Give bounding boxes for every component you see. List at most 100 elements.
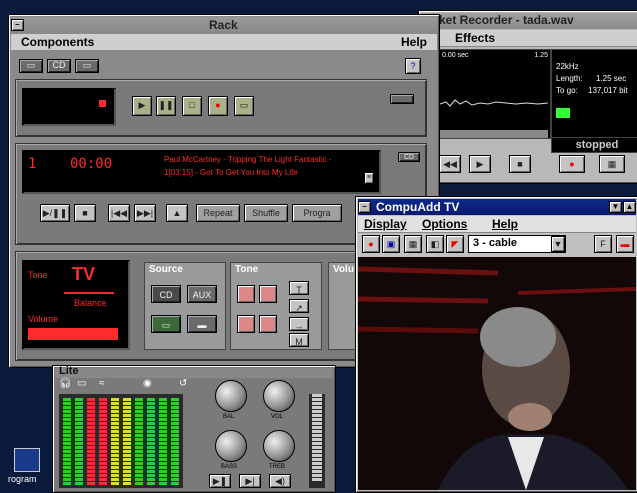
source-aux-button[interactable]: AUX: [187, 285, 217, 303]
length-value: 1.25 sec: [596, 74, 627, 83]
player-play-button[interactable]: ▶: [132, 96, 152, 116]
stop-button[interactable]: ■: [509, 155, 531, 173]
meter-segment: [135, 426, 143, 429]
repeat-button[interactable]: Repeat: [196, 204, 240, 222]
menu-display[interactable]: Display: [364, 217, 407, 231]
meter-segment: [75, 410, 83, 413]
meter-segment: [99, 418, 107, 421]
vol-knob[interactable]: [263, 380, 295, 412]
output-meter-segment: [312, 470, 322, 473]
tv-minimize-button[interactable]: ▼: [609, 201, 622, 213]
meter-segment: [171, 482, 179, 485]
meter-segment: [147, 406, 155, 409]
tool-button-cd[interactable]: CD: [47, 59, 71, 73]
cd-info-button[interactable]: ≡: [364, 172, 374, 184]
power-indicator: [99, 100, 106, 107]
headphones-icon[interactable]: 🎧︎: [59, 378, 72, 389]
program-button[interactable]: Progra: [292, 204, 342, 222]
tv-freeze-button[interactable]: ◧: [426, 235, 444, 253]
cd-next-button[interactable]: ▶▶|: [134, 204, 156, 222]
source-tv-button[interactable]: ▭: [151, 315, 181, 333]
meter-segment: [171, 406, 179, 409]
balance-slider[interactable]: [64, 292, 114, 294]
speaker-icon[interactable]: ▭: [77, 378, 86, 389]
meter-segment: [75, 398, 83, 401]
menu-tv-help[interactable]: Help: [492, 217, 518, 231]
waveform-scrollbar[interactable]: [440, 130, 548, 138]
source-cd-button[interactable]: CD: [151, 285, 181, 303]
recorder-titlebar[interactable]: ▼ ket Recorder - tada.wav: [421, 13, 637, 29]
system-menu-button[interactable]: –: [11, 19, 24, 31]
tone-option-1[interactable]: T: [289, 281, 309, 295]
treb-knob[interactable]: [263, 430, 295, 462]
tv-snapshot-button[interactable]: ▦: [404, 235, 422, 253]
mic-button[interactable]: ▦: [599, 155, 625, 173]
meter-segment: [99, 466, 107, 469]
meter-segment: [147, 426, 155, 429]
desktop-icon-program[interactable]: rogram: [8, 448, 48, 491]
meter-segment: [159, 414, 167, 417]
play-button[interactable]: ▶: [469, 155, 491, 173]
bass-knob[interactable]: [215, 430, 247, 462]
player-record-button[interactable]: ●: [208, 96, 228, 116]
tv-record-button[interactable]: ●: [362, 235, 380, 253]
record-button[interactable]: ●: [559, 155, 585, 173]
player-eject-button[interactable]: ▭: [234, 96, 254, 116]
meter-segment: [147, 414, 155, 417]
tv-mute-button[interactable]: ◤: [446, 235, 464, 253]
cd-prev-button[interactable]: |◀◀: [108, 204, 130, 222]
shuffle-button[interactable]: Shuffle: [244, 204, 288, 222]
tone-option-2[interactable]: ↗: [289, 299, 309, 313]
meter-segment: [75, 482, 83, 485]
tone-preset-3[interactable]: [237, 315, 255, 333]
player-module-tab[interactable]: [390, 94, 414, 104]
player-pause-button[interactable]: ❚❚: [156, 96, 176, 116]
help-icon-button[interactable]: ?: [405, 58, 421, 74]
menu-help[interactable]: Help: [401, 35, 427, 49]
bal-knob[interactable]: [215, 380, 247, 412]
tv-save-button[interactable]: ▣: [382, 235, 400, 253]
tv-system-menu-button[interactable]: –: [358, 201, 371, 213]
meter-segment: [99, 478, 107, 481]
meter-segment: [171, 446, 179, 449]
lite-speaker-button[interactable]: ◀): [269, 474, 291, 488]
cd-module-tab[interactable]: CD: [398, 152, 420, 162]
menu-options[interactable]: Options: [422, 217, 467, 231]
loop-icon[interactable]: ↺: [179, 378, 187, 389]
tone-preset-2[interactable]: [259, 285, 277, 303]
rack-titlebar[interactable]: – Rack: [11, 17, 437, 33]
tv-maximize-button[interactable]: ▲: [623, 201, 636, 213]
menu-components[interactable]: Components: [21, 35, 94, 49]
meter-segment: [87, 454, 95, 457]
lite-play-button[interactable]: ▶❚: [209, 474, 231, 488]
meter-segment: [159, 474, 167, 477]
meter-segment: [123, 422, 131, 425]
source-line-button[interactable]: ▬: [187, 315, 217, 333]
output-meter-segment: [312, 454, 322, 457]
chevron-down-icon[interactable]: ▼: [551, 236, 565, 252]
tone-option-4[interactable]: M: [289, 333, 309, 347]
tone-option-3[interactable]: →: [289, 317, 309, 331]
tool-button-3[interactable]: ▭: [75, 59, 99, 73]
meter-segment: [111, 466, 119, 469]
tone-preset-1[interactable]: [237, 285, 255, 303]
tone-preset-4[interactable]: [259, 315, 277, 333]
tv-titlebar[interactable]: – CompuAdd TV ▼ ▲: [358, 199, 636, 215]
rack-title: Rack: [209, 18, 238, 32]
rewind-button[interactable]: ◀◀: [439, 155, 461, 173]
disc-icon[interactable]: ◉: [143, 378, 152, 389]
lite-skip-button[interactable]: ▶|: [239, 474, 261, 488]
tool-button-1[interactable]: ▭: [19, 59, 43, 73]
tv-close-video-button[interactable]: ▬: [616, 235, 634, 253]
cd-elapsed-time: 00:00: [70, 156, 113, 172]
cd-play-pause-button[interactable]: ▶/❚❚: [40, 204, 70, 222]
player-stop-button[interactable]: □: [182, 96, 202, 116]
cd-stop-button[interactable]: ■: [74, 204, 96, 222]
cd-eject-button[interactable]: ▲: [166, 204, 188, 222]
lite-titlebar[interactable]: Lite: [55, 365, 333, 378]
meter-segment: [171, 426, 179, 429]
tv-settings-button[interactable]: F: [594, 235, 612, 253]
wave-icon[interactable]: ≈: [99, 378, 105, 389]
channel-select[interactable]: 3 - cable ▼: [468, 235, 566, 253]
menu-effects[interactable]: Effects: [455, 31, 495, 45]
